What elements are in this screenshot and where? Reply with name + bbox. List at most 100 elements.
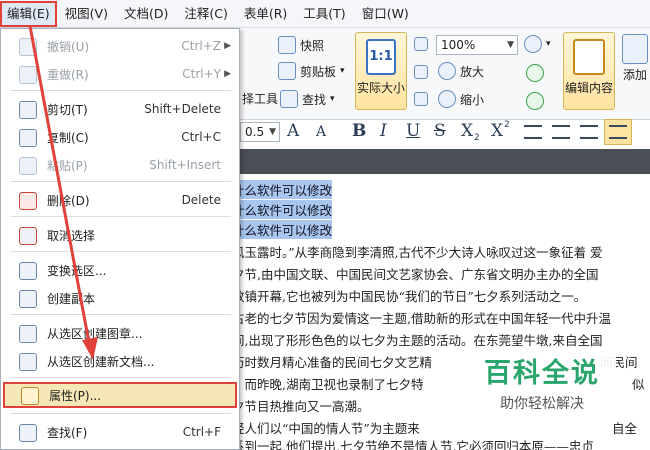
menu-item-shortcut: Ctrl+C xyxy=(181,130,221,144)
redo-icon xyxy=(19,66,37,84)
fit-visible-icon[interactable] xyxy=(414,92,428,106)
text-line: 。而昨晚,湖南卫视也录制了七夕特 xyxy=(232,377,424,392)
chevron-down-icon: ▾ xyxy=(546,39,551,49)
magnifier-plus-icon xyxy=(524,35,542,53)
text-line: 历时数月精心准备的民间七夕文艺精 xyxy=(232,355,433,370)
snapshot-label: 快照 xyxy=(300,38,325,53)
menu-bar: 编辑(E) 视图(V) 文档(D) 注释(C) 表单(R) 工具(T) 窗口(W… xyxy=(0,0,650,28)
text-line: 间,出现了形形色色的以七夕为主题的活动。在东莞望牛墩,来自全国 xyxy=(232,333,603,348)
menu-item-create-stamp[interactable]: 从选区创建图章... xyxy=(1,320,239,346)
menu-item-delete[interactable]: 删除(D) Delete xyxy=(1,187,239,213)
menu-separator xyxy=(11,413,231,414)
select-tool-button[interactable]: 择工具 xyxy=(242,90,278,107)
menu-item-duplicate[interactable]: 创建副本 xyxy=(1,285,239,311)
menu-item-deselect[interactable]: 取消选择 xyxy=(1,222,239,248)
find-button[interactable]: 查找 ▾ xyxy=(280,90,335,108)
trash-icon xyxy=(19,192,37,210)
fit-width-icon[interactable] xyxy=(414,65,428,79)
menu-item-label: 删除(D) xyxy=(47,193,90,208)
find-label: 查找 xyxy=(302,92,327,107)
add-label: 添加 xyxy=(622,68,647,82)
italic-button[interactable]: I xyxy=(380,121,387,141)
bold-button[interactable]: B xyxy=(352,121,366,141)
menu-item-shortcut: Delete xyxy=(181,193,221,207)
rotate-left-icon[interactable] xyxy=(526,64,544,82)
text-fragment: 似 xyxy=(632,377,645,392)
zoom-in-tool[interactable]: ▾ xyxy=(524,35,551,53)
selected-text-line[interactable]: 什么软件可以修改 xyxy=(232,220,333,239)
menu-item-label: 创建副本 xyxy=(47,291,96,306)
chevron-down-icon: ▾ xyxy=(340,66,345,76)
document-ruler xyxy=(240,149,650,174)
justify-icon xyxy=(609,125,627,139)
selected-text-line[interactable]: 什么软件可以修改 xyxy=(232,200,333,219)
plus-circle-icon xyxy=(438,62,456,80)
menu-item-shortcut: Shift+Delete xyxy=(144,102,221,116)
actual-size-icon: 1:1 xyxy=(366,39,396,75)
select-tool-label: 择工具 xyxy=(242,92,279,106)
chevron-down-icon: ▾ xyxy=(330,94,335,104)
font-size-combo[interactable]: 0.5 ▼ xyxy=(240,122,280,142)
menu-separator xyxy=(11,181,231,182)
menu-edit[interactable]: 编辑(E) xyxy=(0,0,57,27)
menu-item-label: 粘贴(P) xyxy=(47,158,88,173)
menu-item-undo[interactable]: 撤销(U) Ctrl+Z ▶ xyxy=(1,33,239,59)
watermark-title: 百科全说 xyxy=(484,358,600,389)
superscript-button[interactable]: X xyxy=(491,121,503,141)
properties-icon xyxy=(21,387,39,405)
underline-button[interactable]: U xyxy=(406,121,420,141)
duplicate-icon xyxy=(19,290,37,308)
zoom-in-button[interactable]: 放大 xyxy=(438,62,484,80)
find-doc-icon xyxy=(280,90,298,108)
snapshot-button[interactable]: 快照 xyxy=(278,36,324,54)
rotate-right-icon[interactable] xyxy=(526,92,544,110)
fit-page-icon[interactable] xyxy=(414,37,428,51)
strikethrough-button[interactable]: S xyxy=(434,121,446,141)
watermark-subtitle: 助你轻松解决 xyxy=(500,396,584,412)
align-right-icon[interactable] xyxy=(580,125,598,139)
zoom-out-label: 缩小 xyxy=(460,92,485,107)
zoom-combo[interactable]: 100% ▼ xyxy=(436,35,518,55)
menu-item-label: 查找(F) xyxy=(47,425,88,440)
shrink-font-button[interactable]: A xyxy=(316,124,326,140)
menu-item-copy[interactable]: 复制(C) Ctrl+C xyxy=(1,124,239,150)
justify-button[interactable] xyxy=(604,119,632,145)
menu-item-properties[interactable]: 属性(P)... xyxy=(3,382,237,408)
menu-view[interactable]: 视图(V) xyxy=(57,1,116,27)
chevron-down-icon: ▼ xyxy=(507,40,514,50)
edit-text-icon xyxy=(573,39,605,75)
align-center-icon[interactable] xyxy=(552,125,570,139)
align-left-icon[interactable] xyxy=(524,125,542,139)
menu-separator xyxy=(11,314,231,315)
clipboard-button[interactable]: 剪贴板 ▾ xyxy=(278,62,345,80)
menu-item-redo[interactable]: 重做(R) Ctrl+Y ▶ xyxy=(1,61,239,87)
menu-item-find[interactable]: 查找(F) Ctrl+F xyxy=(1,419,239,445)
menu-item-paste[interactable]: 粘贴(P) Shift+Insert xyxy=(1,152,239,178)
zoom-out-button[interactable]: 缩小 xyxy=(438,90,484,108)
menu-tools[interactable]: 工具(T) xyxy=(295,1,353,27)
deselect-icon xyxy=(19,227,37,245)
menu-item-transform-selection[interactable]: 变换选区... xyxy=(1,257,239,283)
clipboard-label: 剪贴板 xyxy=(300,64,337,79)
menu-window[interactable]: 窗口(W) xyxy=(354,1,417,27)
menu-item-label: 撤销(U) xyxy=(47,39,90,54)
actual-size-button[interactable]: 1:1 实际大小 xyxy=(355,32,407,110)
menu-comment[interactable]: 注释(C) xyxy=(176,1,235,27)
menu-item-create-document[interactable]: 从选区创建新文档... xyxy=(1,348,239,374)
edit-content-label: 编辑内容 xyxy=(564,81,613,95)
grow-font-button[interactable]: A xyxy=(287,121,299,141)
subscript-button[interactable]: X xyxy=(461,121,473,141)
menu-item-label: 复制(C) xyxy=(47,130,89,145)
minus-circle-icon xyxy=(438,90,456,108)
superscript-mark: 2 xyxy=(504,120,510,130)
menu-document[interactable]: 文档(D) xyxy=(116,1,176,27)
add-button[interactable]: 添加 xyxy=(622,34,648,83)
text-line: 轻人们以“中国的情人节”为主题来 xyxy=(232,421,420,436)
copy-icon xyxy=(19,129,37,147)
edit-content-button[interactable]: 编辑内容 xyxy=(563,32,615,110)
menu-separator xyxy=(11,216,231,217)
selected-text-line[interactable]: 什么软件可以修改 xyxy=(232,180,333,199)
menu-form[interactable]: 表单(R) xyxy=(236,1,295,27)
menu-item-cut[interactable]: 剪切(T) Shift+Delete xyxy=(1,96,239,122)
text-line: 数镇开幕,它也被列为中国民协“我们的节日”七夕系列活动之一。 xyxy=(232,289,587,304)
